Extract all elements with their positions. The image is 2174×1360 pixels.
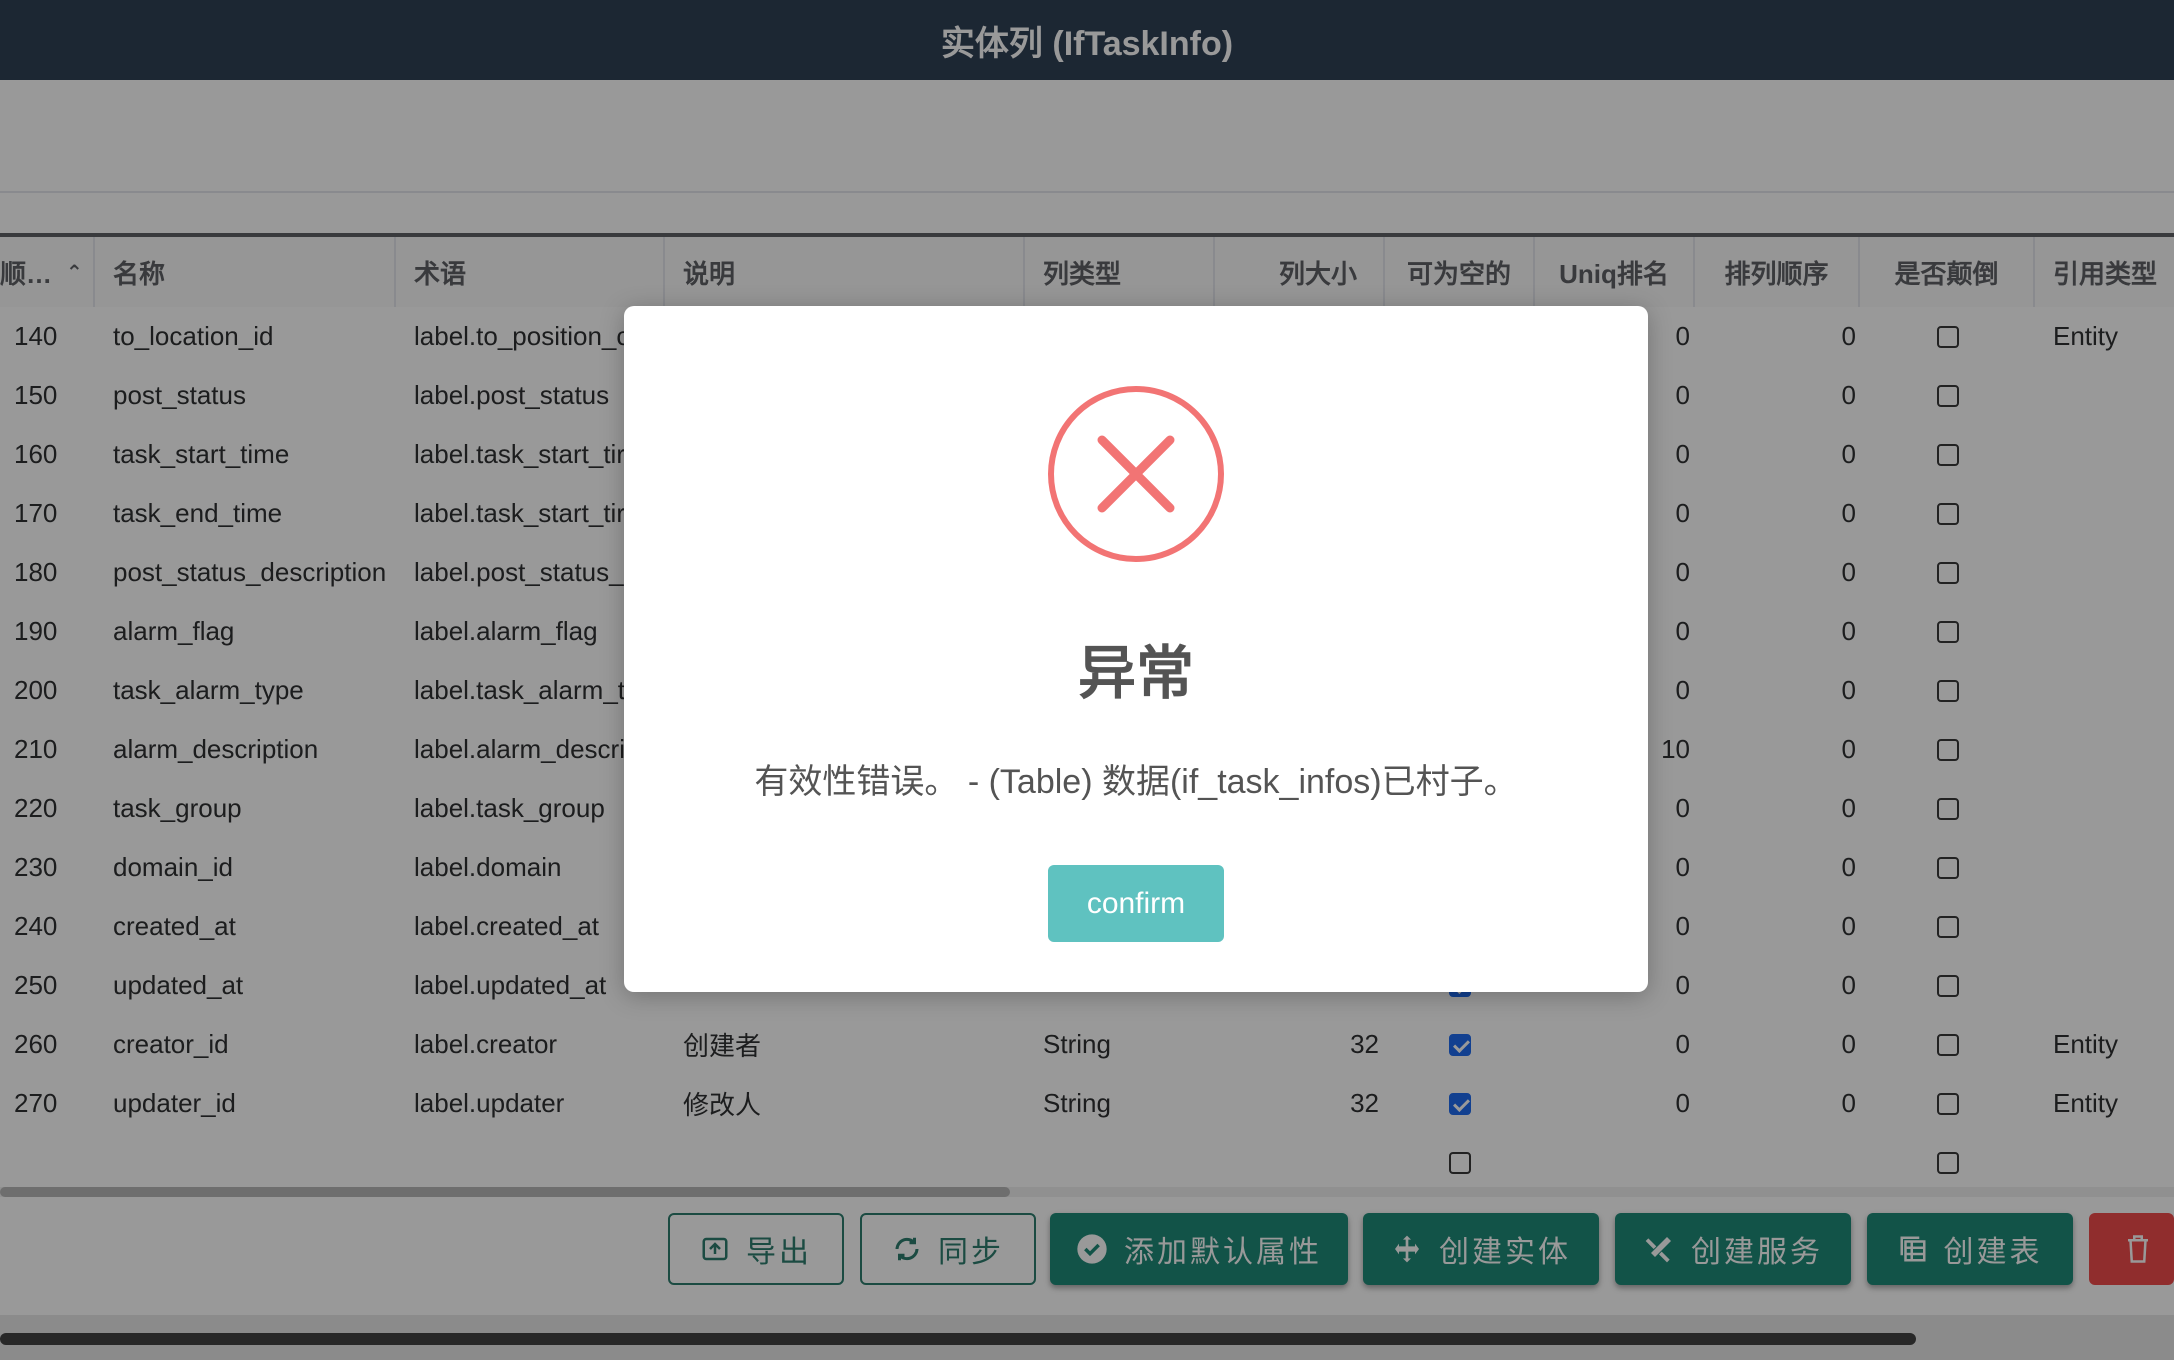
error-dialog: 异常 有效性错误。 - (Table) 数据(if_task_infos)已村子…: [624, 306, 1648, 992]
error-icon: [1048, 386, 1224, 562]
dialog-title: 异常: [1077, 639, 1194, 707]
confirm-button[interactable]: confirm: [1048, 865, 1224, 942]
dialog-message: 有效性错误。 - (Table) 数据(if_task_infos)已村子。: [754, 763, 1518, 801]
